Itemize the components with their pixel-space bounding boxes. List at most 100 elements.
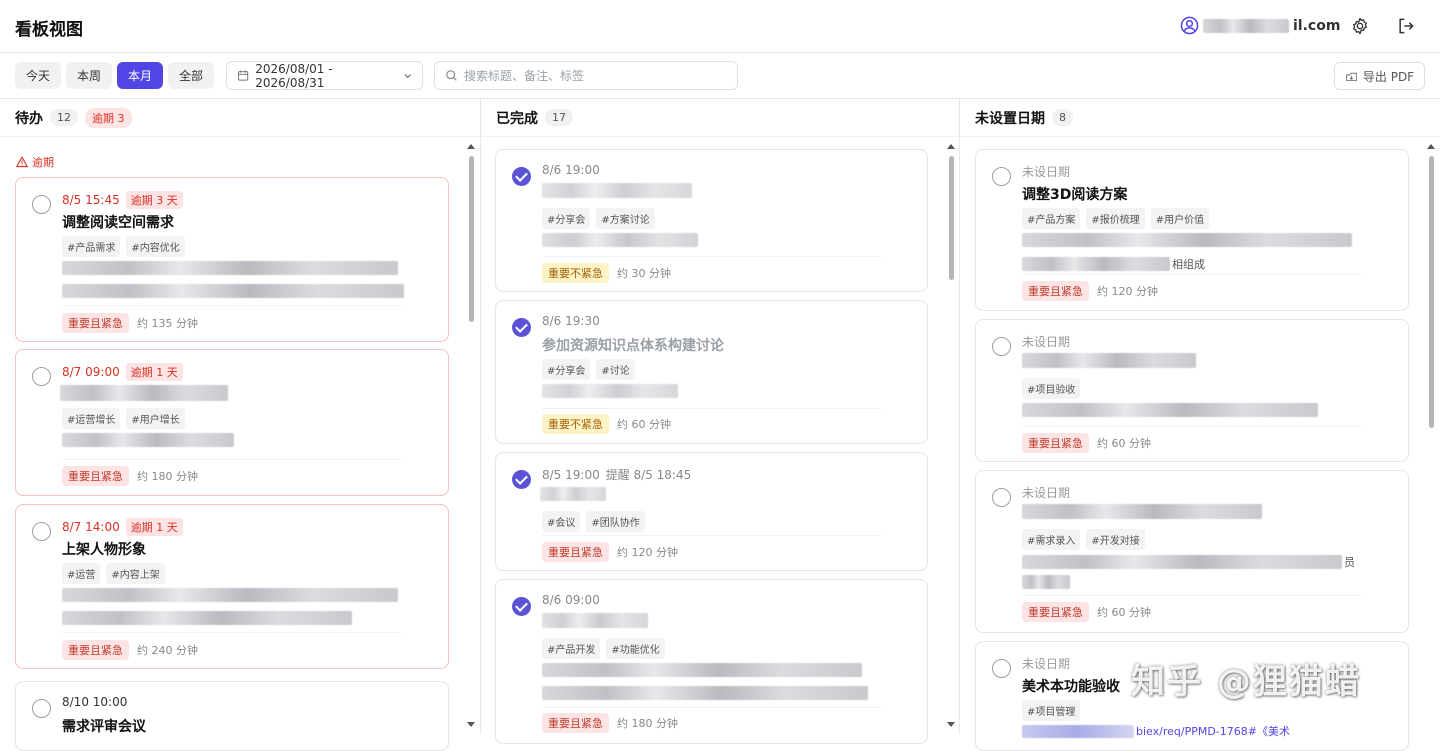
priority-badge: 重要且紧急	[1022, 433, 1089, 453]
range-today-button[interactable]: 今天	[15, 62, 62, 89]
task-card[interactable]: 8/6 19:30 参加资源知识点体系构建讨论 #分享会 #讨论 重要不紧急约 6…	[495, 300, 928, 444]
card-footer: 重要不紧急约 60 分钟	[542, 414, 671, 434]
range-week-button[interactable]: 本周	[66, 62, 113, 89]
task-card[interactable]: 8/5 19:00 提醒 8/5 18:45 #会议 #团队协作 重要且紧急约 12…	[495, 452, 928, 571]
tag[interactable]: #需求录入	[1022, 529, 1081, 550]
tag-list: #会议 #团队协作	[542, 511, 645, 532]
tag[interactable]: #产品需求	[62, 236, 121, 257]
task-card[interactable]: 8/7 09:00 逾期 1 天 #运营增长 #用户增长 重要且紧急约 180 分钟	[15, 349, 449, 496]
tag[interactable]: #运营增长	[62, 408, 121, 429]
column-title: 待办	[15, 110, 43, 127]
tag-list: #产品方案 #报价梳理 #用户价值	[1022, 208, 1210, 229]
task-card[interactable]: 未设日期 #需求录入 #开发对接 员 重要且紧急约 60 分钟	[975, 470, 1409, 633]
task-card[interactable]: 8/6 19:00 #分享会 #方案讨论 重要不紧急约 30 分钟	[495, 149, 928, 292]
completed-checkbox[interactable]	[512, 597, 531, 616]
column-header: 未设置日期 8	[960, 99, 1440, 137]
no-date-label: 未设日期	[1022, 165, 1071, 179]
tag[interactable]: #讨论	[596, 359, 635, 380]
date-range-picker[interactable]: 2026/08/01 - 2026/08/31	[226, 61, 423, 90]
export-icon	[1346, 72, 1357, 81]
range-all-button[interactable]: 全部	[168, 62, 215, 89]
tag[interactable]: #开发对接	[1086, 529, 1145, 550]
export-pdf-button[interactable]: 导出 PDF	[1334, 62, 1425, 90]
card-notes: biex/req/PPMD-1768#《美术	[1022, 723, 1290, 739]
due-time: 8/6 09:00	[542, 593, 600, 607]
priority-badge: 重要且紧急	[1022, 281, 1089, 301]
gear-icon[interactable]	[1350, 16, 1370, 36]
card-title-redacted	[1022, 504, 1262, 519]
duration: 约 240 分钟	[137, 644, 198, 657]
tag[interactable]: #分享会	[542, 208, 591, 229]
card-title-redacted	[540, 487, 606, 501]
card-meta: 8/6 09:00	[542, 593, 600, 607]
task-card[interactable]: 8/10 10:00 需求评审会议	[15, 681, 449, 751]
tag[interactable]: #报价梳理	[1086, 208, 1145, 229]
user-account[interactable]: il.com	[1180, 16, 1340, 35]
tag[interactable]: #团队协作	[586, 511, 645, 532]
task-card[interactable]: 未设日期 调整3D阅读方案 #产品方案 #报价梳理 #用户价值 相组成 重要且紧急约…	[975, 149, 1409, 311]
card-notes-redacted	[62, 433, 234, 456]
complete-checkbox[interactable]	[32, 522, 51, 541]
completed-checkbox[interactable]	[512, 318, 531, 337]
divider	[542, 707, 881, 708]
date-range-value: 2026/08/01 - 2026/08/31	[255, 61, 333, 90]
scrollbar[interactable]	[946, 140, 956, 734]
task-card[interactable]: 8/5 15:45 逾期 3 天 调整阅读空间需求 #产品需求 #内容优化 重要且紧…	[15, 177, 449, 342]
range-month-button[interactable]: 本月	[117, 62, 164, 89]
due-time: 8/7 09:00	[62, 365, 120, 379]
search-icon	[446, 70, 457, 81]
complete-checkbox[interactable]	[32, 195, 51, 214]
tag[interactable]: #产品方案	[1022, 208, 1081, 229]
card-notes-redacted	[542, 384, 678, 407]
app-header: 看板视图 il.com	[0, 0, 1440, 53]
complete-checkbox[interactable]	[32, 367, 51, 386]
tag[interactable]: #项目管理	[1022, 700, 1081, 721]
tag-list: #产品需求 #内容优化	[62, 236, 185, 257]
note-link-tail[interactable]: biex/req/PPMD-1768#《美术	[1136, 723, 1290, 739]
search-input[interactable]	[464, 68, 727, 83]
overdue-tag: 逾期 1 天	[125, 363, 183, 381]
logout-icon[interactable]	[1396, 16, 1416, 36]
divider	[62, 459, 402, 460]
tag[interactable]: #方案讨论	[596, 208, 655, 229]
card-title-redacted	[542, 613, 648, 628]
tag[interactable]: #功能优化	[606, 638, 665, 659]
card-footer: 重要且紧急约 180 分钟	[62, 466, 198, 486]
card-title: 参加资源知识点体系构建讨论	[542, 338, 724, 354]
card-notes: 相组成	[1022, 233, 1352, 272]
tag[interactable]: #内容优化	[126, 236, 185, 257]
complete-checkbox[interactable]	[992, 488, 1011, 507]
tag[interactable]: #用户增长	[126, 408, 185, 429]
complete-checkbox[interactable]	[992, 659, 1011, 678]
scrollbar[interactable]	[466, 140, 476, 734]
card-footer: 重要且紧急约 60 分钟	[1022, 602, 1151, 622]
warning-icon	[16, 156, 28, 168]
user-email-redacted	[1203, 18, 1289, 33]
tag-list: #产品开发 #功能优化	[542, 638, 665, 659]
card-footer: 重要且紧急约 60 分钟	[1022, 433, 1151, 453]
complete-checkbox[interactable]	[992, 337, 1011, 356]
complete-checkbox[interactable]	[32, 699, 51, 718]
card-title: 上架人物形象	[62, 542, 146, 558]
tag[interactable]: #运营	[62, 563, 101, 584]
task-card[interactable]: 8/7 14:00 逾期 1 天 上架人物形象 #运营 #内容上架 重要且紧急约 2…	[15, 504, 449, 669]
tag[interactable]: #分享会	[542, 359, 591, 380]
task-card[interactable]: 未设日期 #项目验收 重要且紧急约 60 分钟	[975, 319, 1409, 462]
card-meta: 8/5 15:45 逾期 3 天	[62, 191, 183, 209]
tag[interactable]: #项目验收	[1022, 378, 1081, 399]
scrollbar[interactable]	[1426, 140, 1436, 734]
card-footer: 重要且紧急约 135 分钟	[62, 313, 198, 333]
due-time: 8/5 19:00	[542, 467, 600, 482]
note-text-tail: 员	[1344, 556, 1355, 569]
duration: 约 135 分钟	[137, 317, 198, 330]
tag[interactable]: #会议	[542, 511, 581, 532]
completed-checkbox[interactable]	[512, 167, 531, 186]
tag[interactable]: #内容上架	[106, 563, 165, 584]
reminder: 提醒 8/5 18:45	[605, 468, 692, 482]
task-card[interactable]: 8/6 09:00 #产品开发 #功能优化 重要且紧急约 180 分钟	[495, 579, 928, 744]
tag[interactable]: #产品开发	[542, 638, 601, 659]
completed-checkbox[interactable]	[512, 470, 531, 489]
complete-checkbox[interactable]	[992, 167, 1011, 186]
divider	[1022, 274, 1362, 275]
tag[interactable]: #用户价值	[1150, 208, 1210, 229]
